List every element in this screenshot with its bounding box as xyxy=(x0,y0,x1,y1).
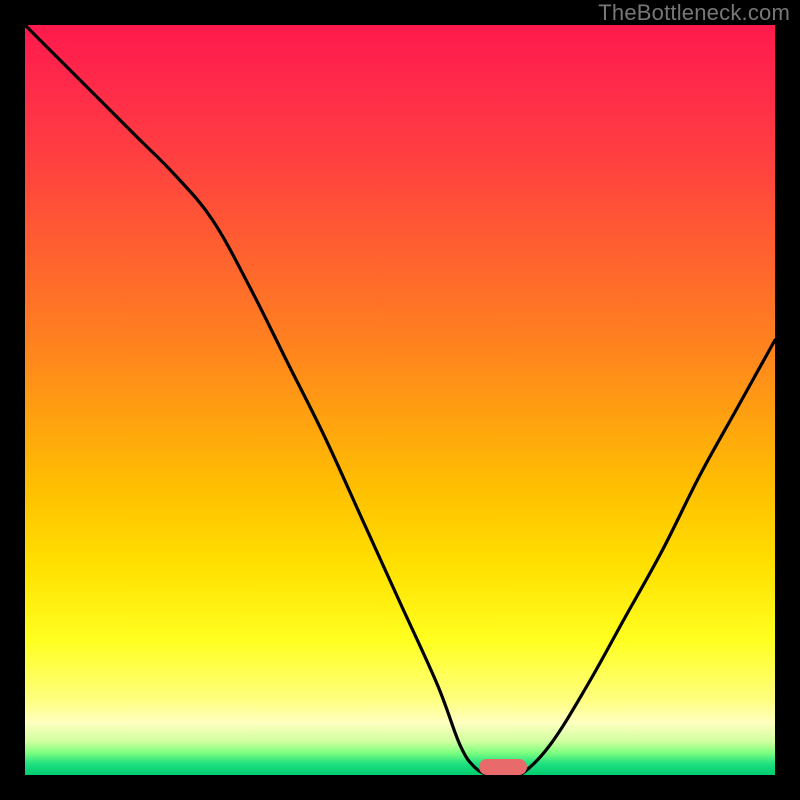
chart-container: TheBottleneck.com xyxy=(0,0,800,800)
plot-area xyxy=(25,25,775,775)
watermark-text: TheBottleneck.com xyxy=(598,0,790,26)
optimal-marker xyxy=(479,759,527,775)
line-series xyxy=(25,25,775,775)
bottleneck-curve-path xyxy=(25,25,775,775)
